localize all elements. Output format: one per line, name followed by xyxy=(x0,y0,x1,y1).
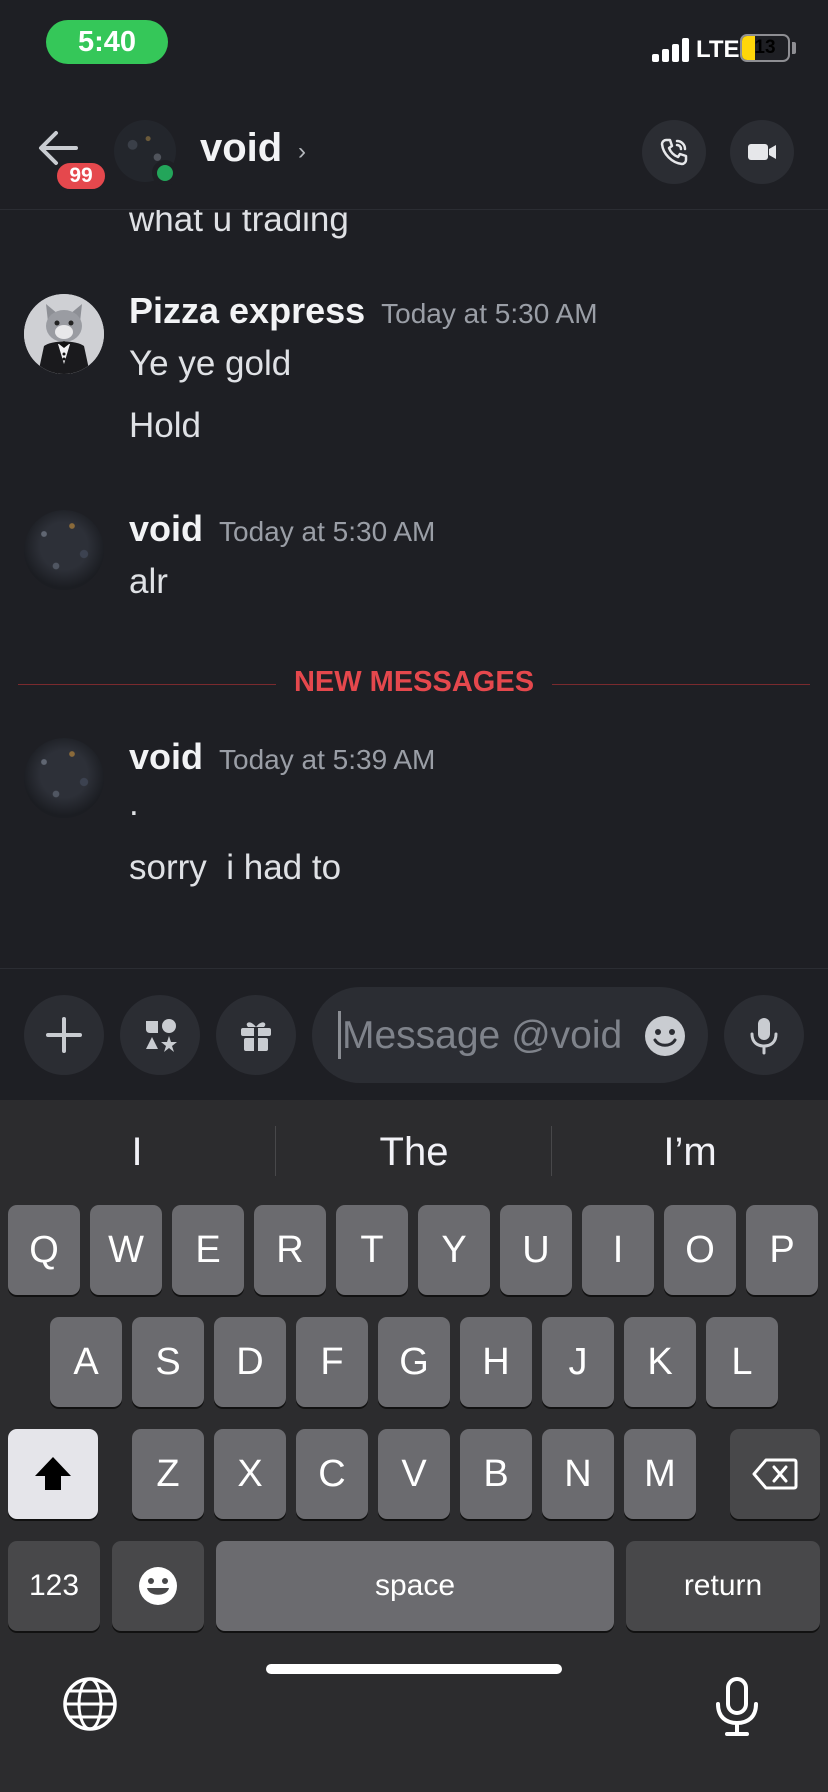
add-attachment-button[interactable] xyxy=(24,995,104,1075)
chat-header: 99 void › xyxy=(0,100,828,210)
key-q[interactable]: Q xyxy=(8,1205,80,1295)
key-j[interactable]: J xyxy=(542,1317,614,1407)
gift-icon xyxy=(241,1022,271,1051)
suggestion[interactable]: The xyxy=(279,1130,549,1175)
key-t[interactable]: T xyxy=(336,1205,408,1295)
screen: { "status_bar": { "time": "5:40", "netwo… xyxy=(0,0,828,1792)
key-g[interactable]: G xyxy=(378,1317,450,1407)
voice-call-button[interactable] xyxy=(642,120,706,184)
on-screen-keyboard: I The I’m Q W E R T Y U I O P A S D F G … xyxy=(0,1100,828,1792)
cat-avatar-image xyxy=(24,294,104,374)
network-type: LTE xyxy=(696,36,740,63)
key-y[interactable]: Y xyxy=(418,1205,490,1295)
key-b[interactable]: B xyxy=(460,1429,532,1519)
message-timestamp: Today at 5:30 AM xyxy=(381,298,598,329)
battery-icon: 13 xyxy=(740,34,790,62)
message-input[interactable]: Message @void xyxy=(312,987,708,1083)
key-v[interactable]: V xyxy=(378,1429,450,1519)
key-f[interactable]: F xyxy=(296,1317,368,1407)
key-u[interactable]: U xyxy=(500,1205,572,1295)
shift-icon xyxy=(35,1457,71,1490)
message-timestamp: Today at 5:39 AM xyxy=(219,744,436,775)
message-text: sorry i had to xyxy=(129,848,342,887)
message-author[interactable]: void Today at 5:39 AM xyxy=(129,736,435,778)
suggestion-separator xyxy=(275,1126,276,1176)
avatar[interactable] xyxy=(24,510,104,590)
backspace-key[interactable] xyxy=(730,1429,820,1519)
message-timestamp: Today at 5:30 AM xyxy=(219,516,436,547)
author-name: Pizza express xyxy=(129,290,366,331)
key-o[interactable]: O xyxy=(664,1205,736,1295)
author-name: void xyxy=(129,736,204,777)
suggestion[interactable]: I’m xyxy=(555,1130,825,1175)
avatar[interactable] xyxy=(24,738,104,818)
phone-call-icon xyxy=(660,138,688,166)
key-n[interactable]: N xyxy=(542,1429,614,1519)
key-i[interactable]: I xyxy=(582,1205,654,1295)
chevron-right-icon[interactable]: › xyxy=(298,138,306,166)
key-h[interactable]: H xyxy=(460,1317,532,1407)
key-l[interactable]: L xyxy=(706,1317,778,1407)
message-text: Ye ye gold xyxy=(129,344,292,383)
message-author[interactable]: Pizza express Today at 5:30 AM xyxy=(129,290,598,332)
backspace-icon xyxy=(752,1458,798,1490)
key-m[interactable]: M xyxy=(624,1429,696,1519)
return-key[interactable]: return xyxy=(626,1541,820,1631)
microphone-icon xyxy=(750,1018,778,1055)
message-author[interactable]: void Today at 5:30 AM xyxy=(129,508,435,550)
key-w[interactable]: W xyxy=(90,1205,162,1295)
emoji-keyboard-key[interactable] xyxy=(112,1541,204,1631)
dictation-mic-icon[interactable] xyxy=(712,1676,762,1738)
author-name: void xyxy=(129,508,204,549)
online-status-indicator xyxy=(152,160,178,186)
page-title[interactable]: void xyxy=(200,126,282,171)
status-time: 5:40 xyxy=(46,20,168,64)
voice-message-button[interactable] xyxy=(724,995,804,1075)
message-text: . xyxy=(129,784,139,823)
message-list[interactable]: what u trading Pizza express Today at 5:… xyxy=(0,190,828,970)
key-s[interactable]: S xyxy=(132,1317,204,1407)
key-x[interactable]: X xyxy=(214,1429,286,1519)
key-a[interactable]: A xyxy=(50,1317,122,1407)
message-text: alr xyxy=(129,562,168,601)
suggestion-separator xyxy=(551,1126,552,1176)
new-messages-divider: NEW MESSAGES xyxy=(18,664,810,704)
message-composer: Message @void xyxy=(0,968,828,1100)
key-r[interactable]: R xyxy=(254,1205,326,1295)
key-c[interactable]: C xyxy=(296,1429,368,1519)
unread-count-badge: 99 xyxy=(54,160,108,192)
gift-button[interactable] xyxy=(216,995,296,1075)
message-text: Hold xyxy=(129,406,201,445)
home-indicator[interactable] xyxy=(266,1664,562,1674)
avatar[interactable] xyxy=(24,294,104,374)
new-messages-label: NEW MESSAGES xyxy=(275,666,553,698)
cellular-signal-icon xyxy=(652,38,692,62)
message-input-placeholder: Message @void xyxy=(342,1014,623,1057)
numbers-key[interactable]: 123 xyxy=(8,1541,100,1631)
text-caret xyxy=(338,1011,341,1059)
space-key[interactable]: space xyxy=(216,1541,614,1631)
key-p[interactable]: P xyxy=(746,1205,818,1295)
key-d[interactable]: D xyxy=(214,1317,286,1407)
shift-key[interactable] xyxy=(8,1429,98,1519)
battery-level: 13 xyxy=(754,37,776,58)
video-camera-icon xyxy=(748,144,776,160)
video-call-button[interactable] xyxy=(730,120,794,184)
globe-icon[interactable] xyxy=(62,1676,118,1732)
plus-icon xyxy=(46,1017,82,1053)
apps-button[interactable] xyxy=(120,995,200,1075)
key-z[interactable]: Z xyxy=(132,1429,204,1519)
battery-cap xyxy=(792,42,796,54)
suggestion[interactable]: I xyxy=(2,1130,272,1175)
apps-icon xyxy=(146,1019,177,1052)
emoji-keyboard-icon xyxy=(139,1567,177,1605)
key-e[interactable]: E xyxy=(172,1205,244,1295)
key-k[interactable]: K xyxy=(624,1317,696,1407)
status-bar: 5:40 LTE 13 xyxy=(0,0,828,90)
emoji-icon[interactable] xyxy=(644,1015,686,1057)
predictive-suggestions: I The I’m xyxy=(0,1100,828,1200)
